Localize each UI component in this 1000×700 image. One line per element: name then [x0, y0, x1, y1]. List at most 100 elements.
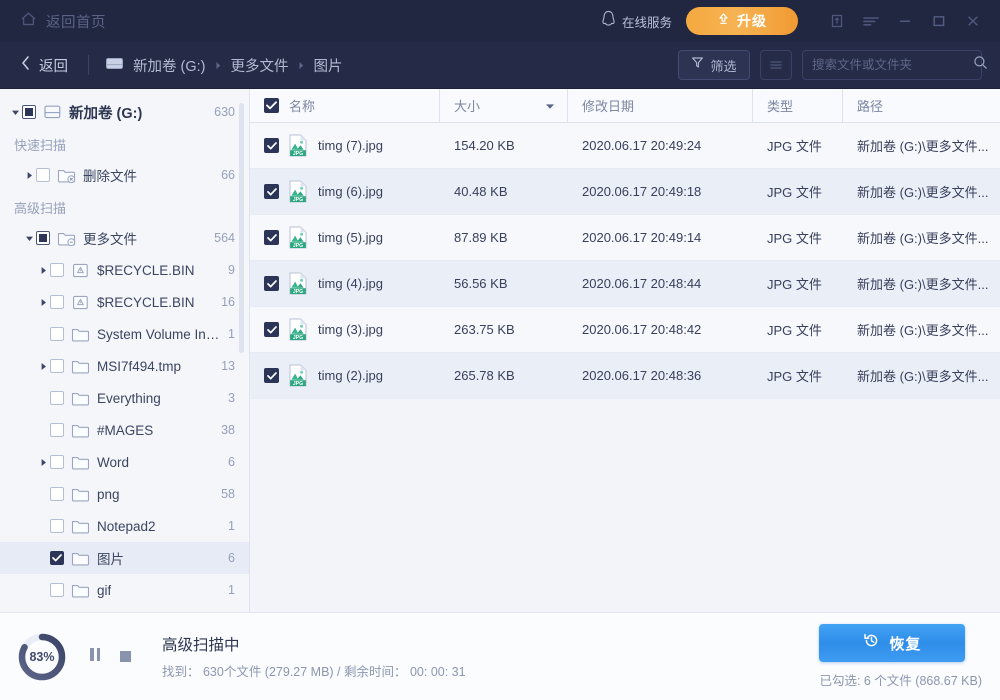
tree-item-新加卷g[interactable]: 新加卷 (G:)630	[0, 96, 249, 128]
more-folder-icon	[57, 230, 76, 247]
row-checkbox[interactable]	[264, 322, 279, 337]
folder-icon	[71, 326, 90, 343]
cell-type: JPG 文件	[753, 169, 843, 215]
pause-button[interactable]	[80, 640, 110, 674]
tree-item-checkbox[interactable]	[22, 105, 36, 119]
file-name-label: timg (5).jpg	[318, 230, 383, 245]
twisty-collapsed-icon[interactable]	[36, 458, 50, 467]
cell-type: JPG 文件	[753, 261, 843, 307]
twisty-collapsed-icon[interactable]	[36, 362, 50, 371]
tree-item-图片[interactable]: 图片6	[0, 542, 249, 574]
row-checkbox[interactable]	[264, 230, 279, 245]
tree-item-png[interactable]: png58	[0, 478, 249, 510]
tree-item-recyclebin[interactable]: $RECYCLE.BIN16	[0, 286, 249, 318]
jpg-file-icon: JPG	[288, 180, 308, 203]
minimize-button[interactable]	[888, 0, 922, 42]
tree-item-checkbox[interactable]	[50, 263, 64, 277]
tree-item-checkbox[interactable]	[50, 519, 64, 533]
tree-item-label: 更多文件	[83, 228, 137, 248]
title-bar: 返回首页 在线服务 升级	[0, 0, 1000, 42]
column-header-name[interactable]: 名称	[250, 89, 440, 123]
table-row[interactable]: JPGtimg (4).jpg56.56 KB2020.06.17 20:48:…	[250, 261, 1000, 307]
row-checkbox[interactable]	[264, 276, 279, 291]
search-box[interactable]	[802, 50, 982, 80]
twisty-collapsed-icon[interactable]	[36, 266, 50, 275]
home-icon	[20, 11, 37, 32]
chevron-left-icon	[20, 55, 31, 76]
online-service-button[interactable]: 在线服务	[601, 10, 672, 32]
tree-item-label: System Volume Inf...	[97, 327, 220, 342]
svg-text:JPG: JPG	[293, 381, 303, 387]
feedback-button[interactable]	[820, 0, 854, 42]
cell-date: 2020.06.17 20:48:42	[568, 307, 753, 353]
back-button[interactable]: 返回	[16, 52, 72, 79]
column-header-type[interactable]: 类型	[753, 89, 843, 123]
tree-item-checkbox[interactable]	[50, 583, 64, 597]
tree-item-checkbox[interactable]	[50, 423, 64, 437]
list-view-button[interactable]	[760, 50, 792, 80]
twisty-expanded-icon[interactable]	[22, 234, 36, 243]
tree-item-checkbox[interactable]	[50, 391, 64, 405]
tree-item-checkbox[interactable]	[50, 359, 64, 373]
tree-item-checkbox[interactable]	[50, 551, 64, 565]
tree-item-更多文件[interactable]: 更多文件564	[0, 222, 249, 254]
row-checkbox[interactable]	[264, 368, 279, 383]
twisty-collapsed-icon[interactable]	[36, 298, 50, 307]
tree-item-recyclebin[interactable]: $RECYCLE.BIN9	[0, 254, 249, 286]
breadcrumb-item-drive[interactable]: 新加卷 (G:)	[105, 55, 206, 76]
table-row[interactable]: JPGtimg (3).jpg263.75 KB2020.06.17 20:48…	[250, 307, 1000, 353]
table-row[interactable]: JPGtimg (2).jpg265.78 KB2020.06.17 20:48…	[250, 353, 1000, 399]
tree-item-label: png	[97, 487, 120, 502]
search-input[interactable]	[812, 58, 973, 72]
stop-button[interactable]	[110, 640, 140, 674]
search-icon[interactable]	[973, 55, 988, 75]
twisty-collapsed-icon[interactable]	[22, 171, 36, 180]
tree-item-checkbox[interactable]	[50, 327, 64, 341]
table-row[interactable]: JPGtimg (7).jpg154.20 KB2020.06.17 20:49…	[250, 123, 1000, 169]
tree-group-label: 快速扫描	[0, 128, 249, 159]
row-checkbox[interactable]	[264, 138, 279, 153]
home-button[interactable]: 返回首页	[14, 7, 112, 36]
menu-button[interactable]	[854, 0, 888, 42]
close-button[interactable]	[956, 0, 990, 42]
tree-item-msi7f494tmp[interactable]: MSI7f494.tmp13	[0, 350, 249, 382]
breadcrumb-item-2[interactable]: 图片	[314, 55, 343, 76]
tree-item-删除文件[interactable]: 删除文件66	[0, 159, 249, 191]
tree-item-word[interactable]: Word6	[0, 446, 249, 478]
tree-item-checkbox[interactable]	[36, 231, 50, 245]
recover-button[interactable]: 恢复	[819, 624, 965, 662]
cell-name: JPGtimg (3).jpg	[250, 307, 440, 353]
tree-item-systemvolumeinf[interactable]: System Volume Inf...1	[0, 318, 249, 350]
sort-desc-icon[interactable]	[545, 98, 555, 113]
select-all-checkbox[interactable]	[264, 98, 279, 113]
tree-item-count: 13	[213, 359, 235, 373]
filter-button[interactable]: 筛选	[678, 50, 750, 80]
folder-icon	[71, 550, 90, 567]
row-checkbox[interactable]	[264, 184, 279, 199]
cell-name: JPGtimg (6).jpg	[250, 169, 440, 215]
table-row[interactable]: JPGtimg (6).jpg40.48 KB2020.06.17 20:49:…	[250, 169, 1000, 215]
drive-icon	[105, 56, 124, 75]
tree-item-checkbox[interactable]	[36, 168, 50, 182]
tree-item-notepad2[interactable]: Notepad21	[0, 510, 249, 542]
file-list-panel: 名称 大小 修改日期 类型 路径 JPGtimg (7).jpg154.20 K…	[250, 89, 1000, 612]
breadcrumb-item-1[interactable]: 更多文件	[231, 55, 289, 76]
maximize-button[interactable]	[922, 0, 956, 42]
table-row[interactable]: JPGtimg (5).jpg87.89 KB2020.06.17 20:49:…	[250, 215, 1000, 261]
column-header-size[interactable]: 大小	[440, 89, 568, 123]
column-header-path[interactable]: 路径	[843, 89, 1000, 123]
table-body: JPGtimg (7).jpg154.20 KB2020.06.17 20:49…	[250, 123, 1000, 399]
status-bar: 83% 高级扫描中 找到： 630个文件 (279.27 MB) / 剩余时间：…	[0, 612, 1000, 700]
tree-item-checkbox[interactable]	[50, 455, 64, 469]
tree-item-everything[interactable]: Everything3	[0, 382, 249, 414]
tree-item-checkbox[interactable]	[50, 295, 64, 309]
column-header-date[interactable]: 修改日期	[568, 89, 753, 123]
tree-item-count: 1	[220, 583, 235, 597]
back-label: 返回	[39, 55, 68, 76]
folder-icon	[71, 422, 90, 439]
upgrade-button[interactable]: 升级	[686, 7, 798, 35]
tree-item-checkbox[interactable]	[50, 487, 64, 501]
sidebar-scrollbar[interactable]	[239, 103, 244, 353]
tree-item-gif[interactable]: gif1	[0, 574, 249, 606]
tree-item-mages[interactable]: #MAGES38	[0, 414, 249, 446]
